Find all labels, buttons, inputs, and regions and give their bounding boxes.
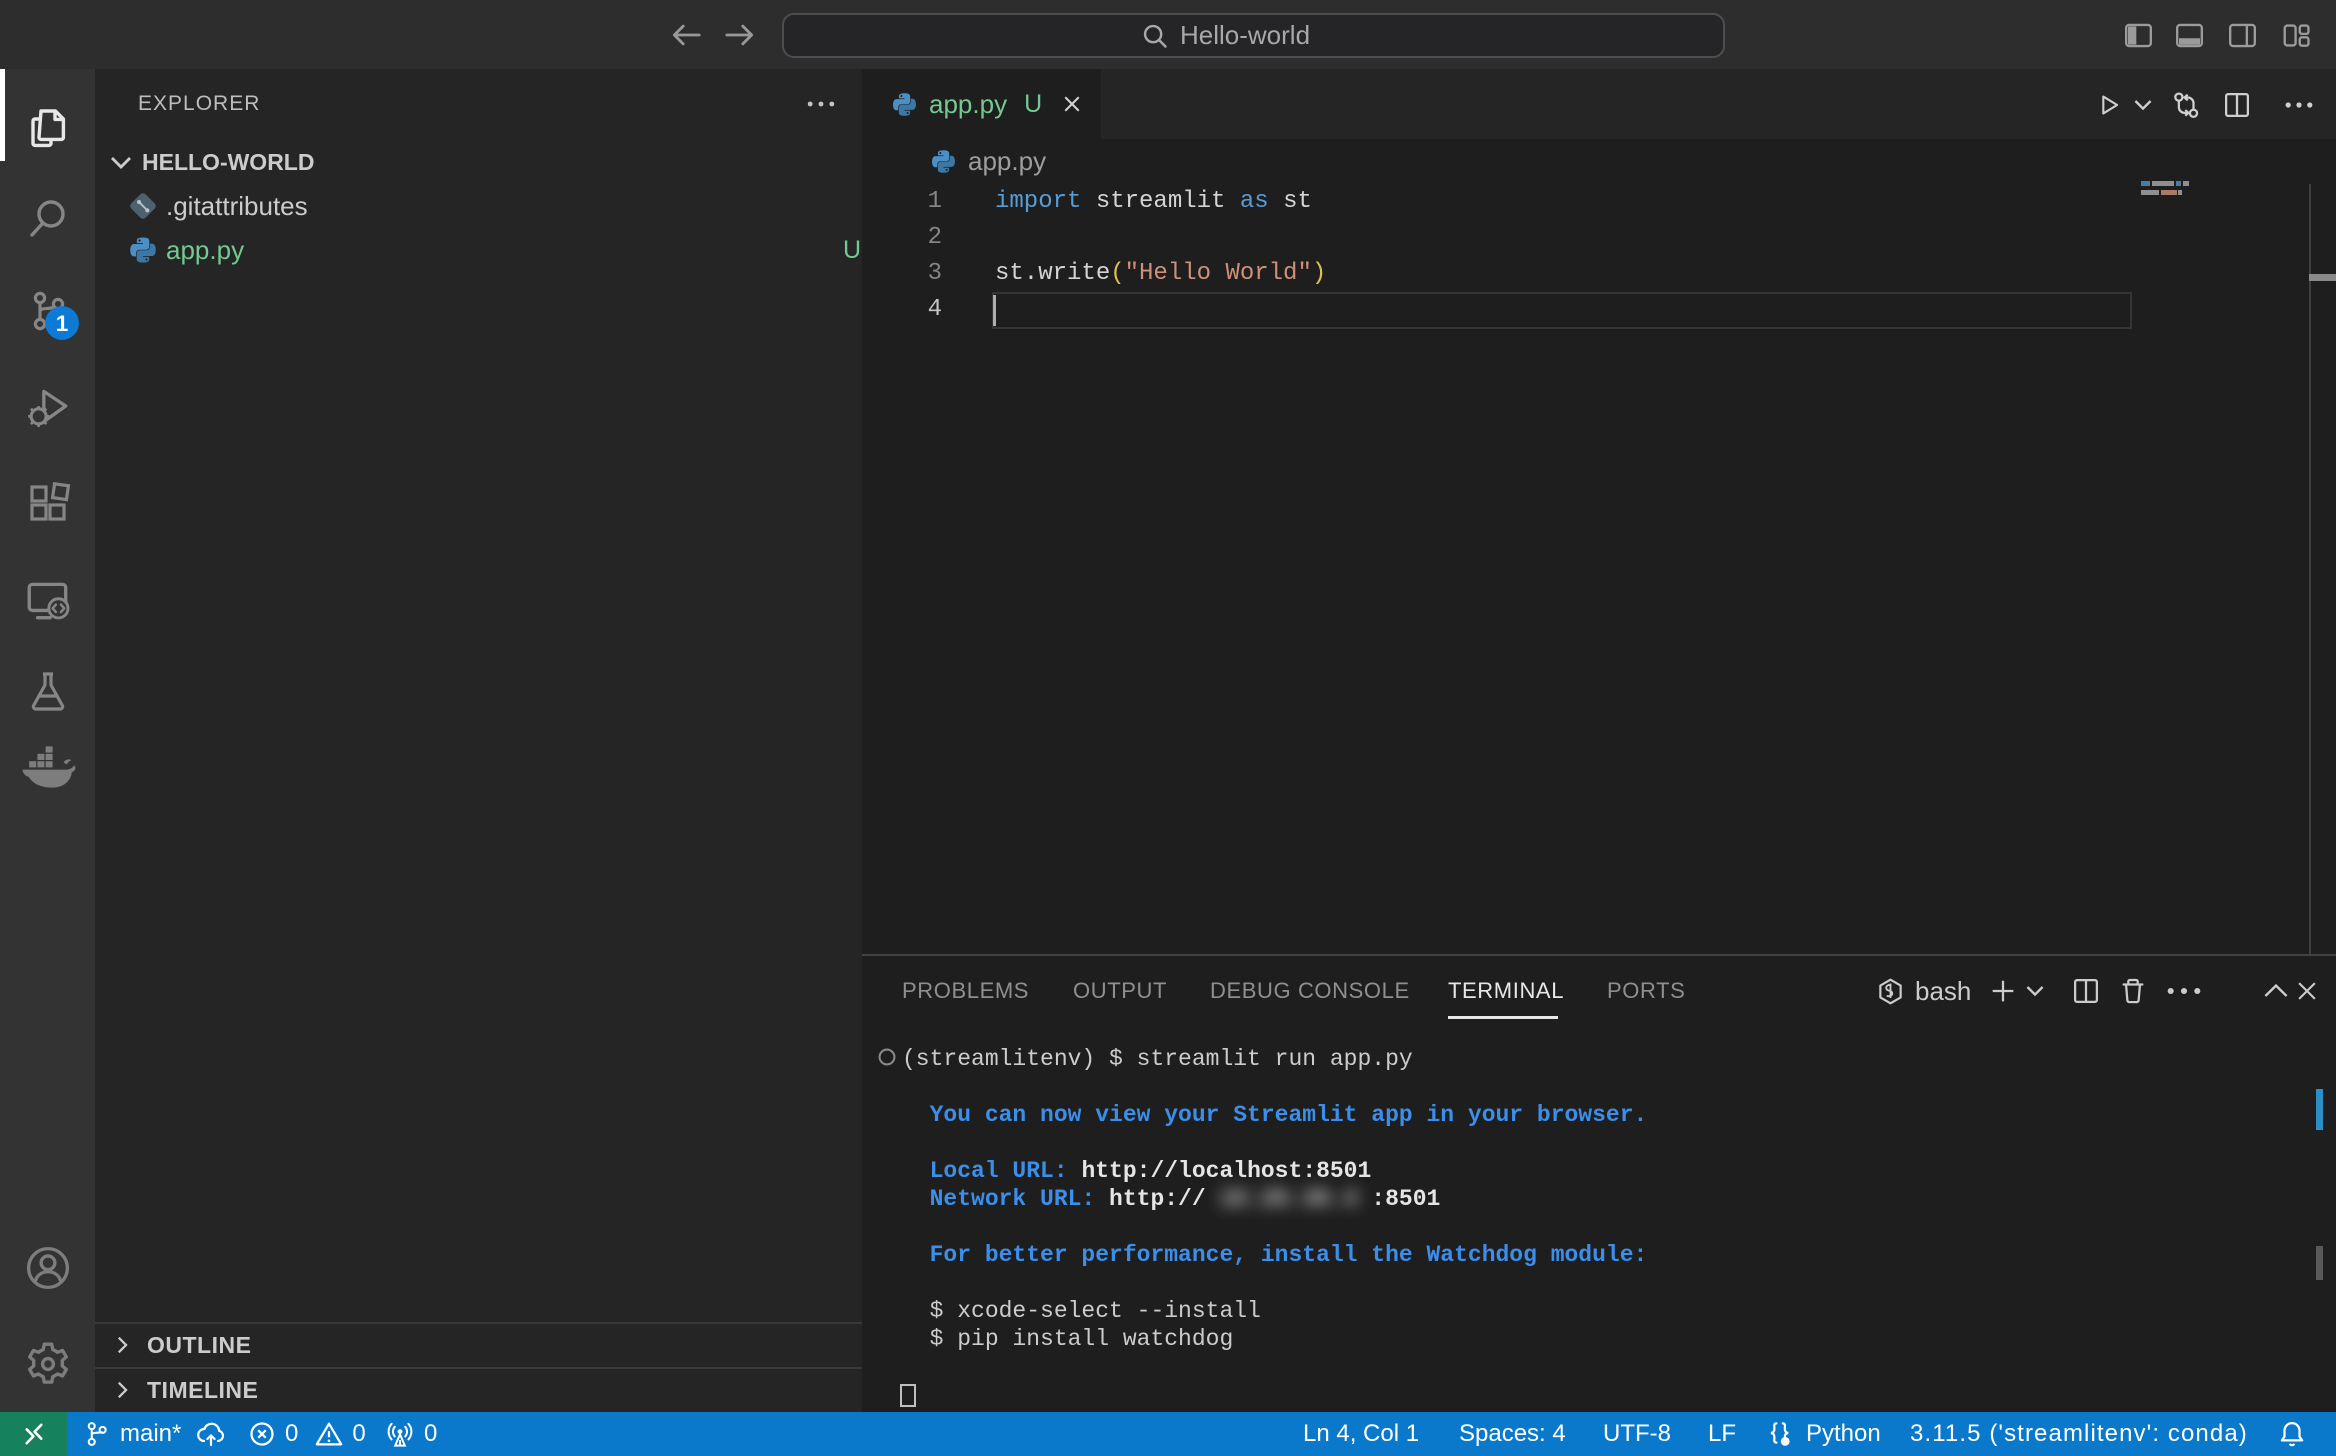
svg-text:1: 1 [56,311,69,336]
